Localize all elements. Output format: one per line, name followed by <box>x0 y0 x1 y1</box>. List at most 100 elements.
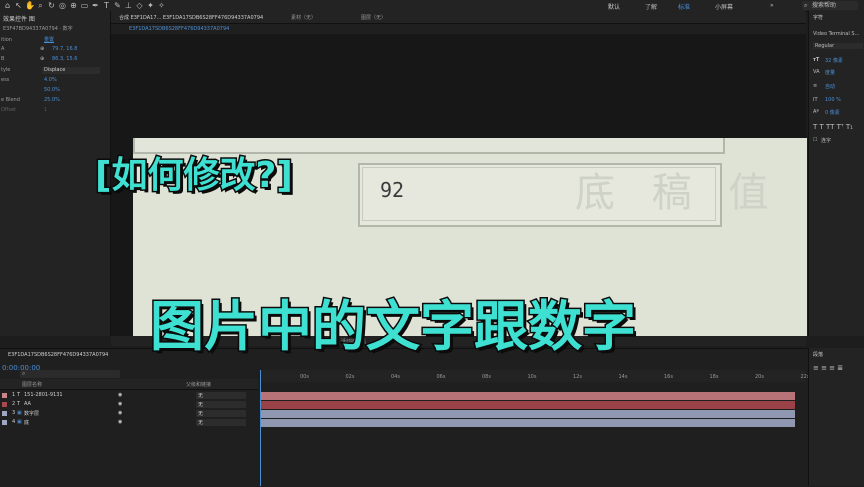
type-tool-icon[interactable]: T <box>102 1 111 10</box>
faded-form-text: 底 稿 值 <box>575 170 781 216</box>
align-buttons[interactable]: ≡ ≡ ≡ ≣ <box>813 364 843 372</box>
layer-1-duration-bar[interactable] <box>261 392 795 400</box>
brush-tool-icon[interactable]: ✎ <box>113 1 122 10</box>
workspace-small-screen[interactable]: 小屏幕 <box>715 2 733 11</box>
faux-style-buttons[interactable]: T T TT Tᵀ T₁ <box>813 123 853 131</box>
search-help-input[interactable]: ⌕ 搜索帮助 <box>802 1 858 10</box>
crosshair-icon: ⊕ <box>40 46 45 52</box>
parent-column[interactable]: 父级和链接 <box>186 381 211 388</box>
selection-tool-icon[interactable]: ↖ <box>14 1 23 10</box>
vertical-scale-value[interactable]: 100 % <box>825 97 841 103</box>
rotate-tool-icon[interactable]: ↻ <box>47 1 56 10</box>
parent-dropdown[interactable]: 无 <box>196 392 246 399</box>
effect-layer-path: E3F47BD94337A0794 · 数字 <box>3 26 73 32</box>
label-color-swatch <box>2 402 7 407</box>
effect-controls-tab[interactable]: 效果控件 图 <box>3 14 35 23</box>
comp-subtab[interactable]: E3F1DA17SDB6S28FF476D94337A0794 <box>129 26 229 32</box>
timeline-tab[interactable]: E3F1DA17SDB6S28FF476D94337A0794 <box>8 352 108 358</box>
time-ruler-tick: 04s <box>391 374 400 380</box>
paragraph-panel: 段落 ≡ ≡ ≡ ≣ <box>808 348 864 486</box>
label-color-swatch <box>2 420 7 425</box>
time-ruler-tick: 08s <box>482 374 491 380</box>
comp-tab[interactable]: 合成 E3F1DA17... E3F1DA17SDB6S28FF476D9433… <box>119 14 263 21</box>
workspace-default[interactable]: 默认 <box>608 2 620 11</box>
kerning-value[interactable]: 度量 <box>825 69 835 76</box>
hand-tool-icon[interactable]: ✋ <box>25 1 35 10</box>
font-size-value[interactable]: 32 像素 <box>825 57 843 64</box>
font-family-dropdown[interactable]: Video Terminal S... <box>813 31 859 37</box>
label-color-swatch <box>2 411 7 416</box>
timeline-layer-3[interactable]: 3 ▣ 数字层 ◉ 无 <box>0 410 258 418</box>
paragraph-panel-title[interactable]: 段落 <box>813 351 823 358</box>
parent-dropdown[interactable]: 无 <box>196 419 246 426</box>
composition-panel-header: 合成 E3F1DA17... E3F1DA17SDB6S28FF476D9433… <box>111 11 806 24</box>
time-ruler-tick: 20s <box>755 374 764 380</box>
visibility-icon: ◉ <box>118 392 123 398</box>
pan-tool-icon[interactable]: ⊕ <box>69 1 78 10</box>
zoom-tool-icon[interactable]: ⌕ <box>36 1 45 10</box>
effect-row-style[interactable]: tyle Displace <box>0 67 108 75</box>
search-placeholder: 搜索帮助 <box>812 2 837 9</box>
crosshair-icon: ⊕ <box>40 56 45 62</box>
image-layer-icon: ▣ <box>17 419 22 425</box>
effect-row-thickness[interactable]: ess 4.0% <box>0 77 108 85</box>
text-layer-icon: T <box>17 392 21 398</box>
layer-4-duration-bar[interactable] <box>261 419 795 427</box>
effect-row-b[interactable]: B ⊕ 86.3, 15.6 <box>0 56 108 64</box>
ligatures-label: 连字 <box>821 138 832 144</box>
camera-tool-icon[interactable]: ◎ <box>58 1 67 10</box>
workspace-learn[interactable]: 了解 <box>645 2 657 11</box>
search-icon: ⌕ <box>804 2 808 9</box>
character-panel-title[interactable]: 字符 <box>813 14 823 21</box>
time-ruler-tick: 12s <box>573 374 582 380</box>
font-style-dropdown[interactable]: Regular <box>813 43 863 49</box>
label-color-swatch <box>2 393 7 398</box>
visibility-icon: ◉ <box>118 410 123 416</box>
time-ruler-tick: 16s <box>664 374 673 380</box>
timeline-layer-4[interactable]: 4 ▣ 底 ◉ 无 <box>0 419 258 427</box>
effect-row-position: ition <box>1 37 12 43</box>
playhead[interactable] <box>260 370 261 486</box>
layer-name-column[interactable]: 图层名称 <box>22 381 42 388</box>
effect-row-offset[interactable]: Offset 1 <box>0 107 108 115</box>
visibility-icon: ◉ <box>118 401 123 407</box>
home-icon[interactable]: ⌂ <box>3 1 12 10</box>
effect-row-a[interactable]: A ⊕ 79.7, 16.8 <box>0 46 108 54</box>
timeline-column-header: 图层名称 父级和链接 <box>0 379 258 390</box>
vscale-icon: IT <box>813 97 818 103</box>
time-ruler-tick: 06s <box>436 374 446 380</box>
baseline-value[interactable]: 0 像素 <box>825 109 840 116</box>
image-layer-icon: ▣ <box>17 410 22 416</box>
parent-dropdown[interactable]: 无 <box>196 410 246 417</box>
time-ruler-tick: 14s <box>618 374 628 380</box>
baseline-icon: Aª <box>813 109 819 115</box>
headline-caption: 图片中的文字跟数字 <box>149 294 638 360</box>
layer-tab[interactable]: 图层（无） <box>361 14 386 21</box>
style-dropdown[interactable]: Displace <box>42 67 100 74</box>
roto-tool-icon[interactable]: ✦ <box>146 1 155 10</box>
effect-row-feather[interactable]: 50.0% <box>0 87 108 95</box>
time-ruler-tick: 02s <box>345 374 355 380</box>
rectangle-tool-icon[interactable]: ▭ <box>80 1 89 10</box>
composition-subtab-bar: E3F1DA17SDB6S28FF476D94337A0794 <box>111 24 806 34</box>
timeline-layer-1[interactable]: 1T 151-2801-9131 ◉ 无 <box>0 392 258 400</box>
layer-2-duration-bar[interactable] <box>261 401 795 409</box>
font-size-icon: ᴛT <box>813 57 820 63</box>
layer-3-duration-bar[interactable] <box>261 410 795 418</box>
eraser-tool-icon[interactable]: ◇ <box>135 1 144 10</box>
effect-row-blend[interactable]: e Blend 25.0% <box>0 97 108 105</box>
kerning-icon: VA <box>813 69 820 75</box>
leading-value[interactable]: 自动 <box>825 83 835 90</box>
workspace-standard[interactable]: 标准 <box>678 2 690 11</box>
ligatures-checkbox[interactable]: ☐ <box>813 137 817 143</box>
footage-tab[interactable]: 素材（无） <box>291 14 316 21</box>
parent-dropdown[interactable]: 无 <box>196 401 246 408</box>
time-ruler-tick: 00s <box>300 374 309 380</box>
clone-tool-icon[interactable]: ⊥ <box>124 1 133 10</box>
timeline-layer-2[interactable]: 2T AA ◉ 无 <box>0 401 258 409</box>
pen-tool-icon[interactable]: ✒ <box>91 1 100 10</box>
form-number-text: 92 <box>380 178 405 202</box>
workspace-menu-icon[interactable]: » <box>770 2 774 9</box>
puppet-tool-icon[interactable]: ✧ <box>157 1 166 10</box>
timeline-search-input[interactable]: ⌕ <box>20 370 120 378</box>
